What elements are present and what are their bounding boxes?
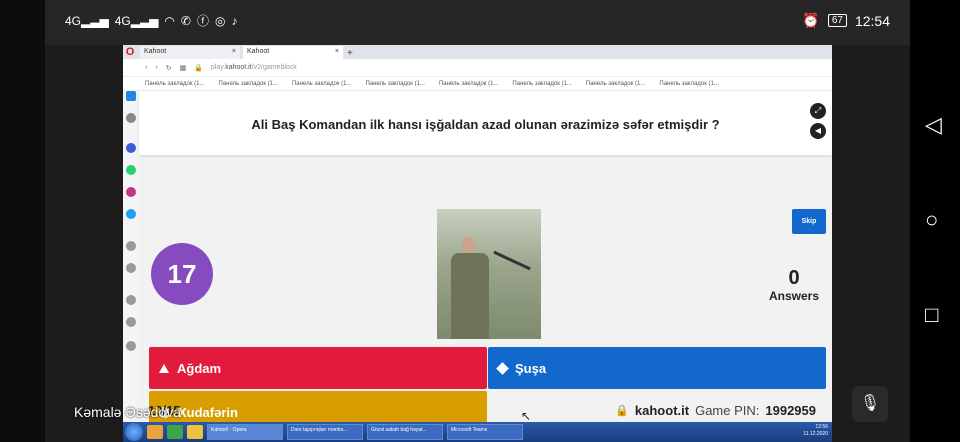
skip-button[interactable]: Skip [792, 209, 826, 234]
bookmark-item[interactable]: Панель закладок (1... [512, 81, 571, 87]
signal-icon: 4G▂▃▅ [65, 13, 109, 28]
tray-clock: 12:56 [815, 424, 828, 430]
tray-date: 11.12.2020 [803, 431, 828, 437]
tab-kahoot-2[interactable]: Kahoot × [243, 46, 343, 59]
taskbar-item-teams-1[interactable]: Dərs tapşırıqları mənbə... [287, 424, 363, 440]
clock-icon[interactable] [126, 317, 136, 327]
bookmarks-bar: Панель закладок (1... Панель закладок (1… [123, 77, 832, 91]
browser-window: O Kahoot × Kahoot × + ‹ › ↻ ▦ 🔒 play.kah… [123, 45, 832, 425]
settings-icon[interactable] [126, 341, 136, 351]
media-player-icon[interactable] [147, 425, 163, 439]
whatsapp-icon: ◎ [214, 13, 226, 28]
start-button[interactable] [125, 423, 143, 441]
image-figure [451, 253, 489, 339]
pin-label: Game PIN: [695, 402, 760, 418]
chrome-icon[interactable] [167, 425, 183, 439]
bookmark-item[interactable]: Панель закладок (1... [365, 81, 424, 87]
close-icon[interactable]: × [335, 48, 339, 57]
alarm-icon: ⏰ [802, 12, 820, 28]
instagram-icon[interactable] [126, 187, 136, 197]
facebook-icon: ⓕ [196, 14, 209, 28]
question-bar: Ali Baş Komandan ilk hansı işğaldan azad… [139, 91, 832, 155]
windows-taskbar: Kahoot! - Opera Dərs tapşırıqları mənbə.… [123, 422, 832, 442]
answer-label: Şuşa [515, 360, 547, 376]
microphone-muted-icon[interactable]: 🎙 [852, 386, 888, 422]
battery-icon: 67 [827, 14, 847, 27]
game-pin: 1992959 [765, 402, 816, 418]
image-microphone [493, 250, 531, 271]
workspace-icon[interactable] [126, 91, 136, 101]
question-image [437, 209, 541, 339]
back-arrow-icon[interactable]: ‹ [145, 64, 147, 71]
fullscreen-icon[interactable]: ⤢ [810, 103, 826, 119]
url-text[interactable]: play.kahoot.it/v2/gameblock [211, 64, 297, 71]
system-tray[interactable]: 12:56 11.12.2020 [803, 424, 828, 438]
tiktok-icon: ♪ [231, 13, 238, 28]
twitter-icon[interactable] [126, 209, 136, 219]
android-nav-bar: ◁ ○ □ [910, 0, 960, 442]
diamond-icon [496, 361, 509, 375]
tab-bar: O Kahoot × Kahoot × + [123, 45, 832, 59]
clock: 12:54 [854, 12, 890, 29]
answers-count: 0 [788, 267, 800, 289]
tab-label: Kahoot [247, 48, 270, 55]
speed-dial-icon[interactable] [126, 113, 136, 123]
phone-screen: 4G▂▃▅ 4G▂▃▅ ◠ ✆ ⓕ ◎ ♪ ⏰ 67 12:54 ◁ ○ □ O… [0, 0, 960, 442]
heart-icon[interactable] [126, 295, 136, 305]
phone-icon: ✆ [180, 13, 191, 28]
lock-icon: 🔒 [615, 404, 629, 417]
opera-sidebar [123, 91, 139, 425]
taskbar-item-teams-3[interactable]: Microsoft Teams [447, 424, 523, 440]
countdown-timer: 17 [151, 243, 213, 305]
bookmark-item[interactable]: Панель закладок (1... [292, 81, 351, 87]
tabs-grid-icon[interactable]: ▦ [180, 64, 187, 72]
address-bar[interactable]: ‹ › ↻ ▦ 🔒 play.kahoot.it/v2/gameblock [123, 59, 832, 77]
history-icon[interactable] [126, 241, 136, 251]
player-icon[interactable] [126, 263, 136, 273]
site-label: kahoot.it [634, 402, 690, 418]
taskbar-item-teams-2[interactable]: Gözəl sabah bağ həyat... [367, 424, 443, 440]
bookmark-item[interactable]: Панель закладок (1... [586, 81, 645, 87]
kahoot-footer: 10/15 🔒 kahoot.it Game PIN: 1992959 [123, 398, 832, 422]
back-icon[interactable]: ◁ [925, 114, 942, 136]
answer-label: Ağdam [177, 360, 222, 376]
taskbar-item-opera[interactable]: Kahoot! - Opera [207, 424, 283, 440]
kahoot-gameblock: Ali Baş Komandan ilk hansı işğaldan azad… [139, 91, 832, 425]
close-icon[interactable]: × [232, 48, 236, 57]
new-tab-button[interactable]: + [347, 48, 353, 59]
participant-name: Kəmalə Əsədova [74, 404, 182, 420]
tab-label: Kahoot [144, 48, 167, 55]
home-icon[interactable]: ○ [925, 209, 938, 231]
recents-icon[interactable]: □ [925, 304, 938, 326]
left-bezel [0, 0, 45, 442]
forward-arrow-icon[interactable]: › [155, 64, 157, 71]
game-pin-area: 🔒 kahoot.it Game PIN: 1992959 [615, 403, 816, 418]
image-figure-head [462, 237, 476, 253]
question-text: Ali Baş Komandan ilk hansı işğaldan azad… [251, 117, 720, 132]
status-bar: 4G▂▃▅ 4G▂▃▅ ◠ ✆ ⓕ ◎ ♪ ⏰ 67 12:54 [45, 0, 910, 45]
bookmark-item[interactable]: Панель закладок (1... [218, 81, 277, 87]
wifi-icon: ◠ [164, 13, 175, 28]
volume-icon[interactable]: ◀ [810, 123, 826, 139]
answer-option-red[interactable]: Ağdam [149, 347, 487, 389]
tab-kahoot-1[interactable]: Kahoot × [140, 46, 240, 59]
messenger-icon[interactable] [126, 143, 136, 153]
status-icons-left: 4G▂▃▅ 4G▂▃▅ ◠ ✆ ⓕ ◎ ♪ [65, 12, 237, 29]
bookmark-item[interactable]: Панель закладок (1... [145, 81, 204, 87]
answers-label: Answers [768, 289, 820, 303]
status-icons-right: ⏰ 67 12:54 [802, 12, 890, 29]
signal-icon-2: 4G▂▃▅ [114, 13, 159, 28]
opera-logo-icon[interactable]: O [123, 45, 137, 59]
answer-option-blue[interactable]: Şuşa [488, 347, 826, 389]
reload-icon[interactable]: ↻ [166, 64, 172, 72]
triangle-icon [159, 363, 169, 373]
whatsapp-sidebar-icon[interactable] [126, 165, 136, 175]
explorer-icon[interactable] [187, 425, 203, 439]
lock-icon: 🔒 [194, 64, 203, 72]
bookmark-item[interactable]: Панель закладок (1... [659, 81, 718, 87]
bookmark-item[interactable]: Панель закладок (1... [439, 81, 498, 87]
